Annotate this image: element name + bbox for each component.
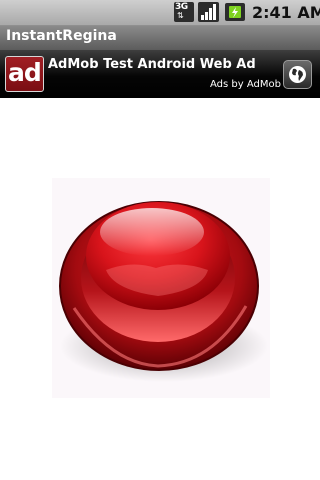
ad-logo-text: ad [8, 58, 42, 87]
globe-icon-graphic [289, 66, 306, 83]
signal-strength-icon [198, 2, 219, 22]
battery-charging-icon [225, 3, 245, 21]
globe-icon[interactable] [283, 60, 312, 89]
ad-headline[interactable]: AdMob Test Android Web Ad [48, 57, 256, 72]
admob-logo[interactable]: ad [5, 56, 44, 92]
clock: 2:41 AM [252, 3, 320, 22]
red-button[interactable] [52, 178, 270, 398]
data-arrows-icon: ⇅ [177, 11, 184, 20]
3g-data-icon: 3G ⇅ [174, 2, 194, 22]
status-bar: 3G ⇅ 2:41 AM [0, 0, 320, 26]
app-title: InstantRegina [6, 28, 117, 44]
title-bar: InstantRegina [0, 26, 320, 50]
ad-byline: Ads by AdMob [210, 79, 281, 90]
